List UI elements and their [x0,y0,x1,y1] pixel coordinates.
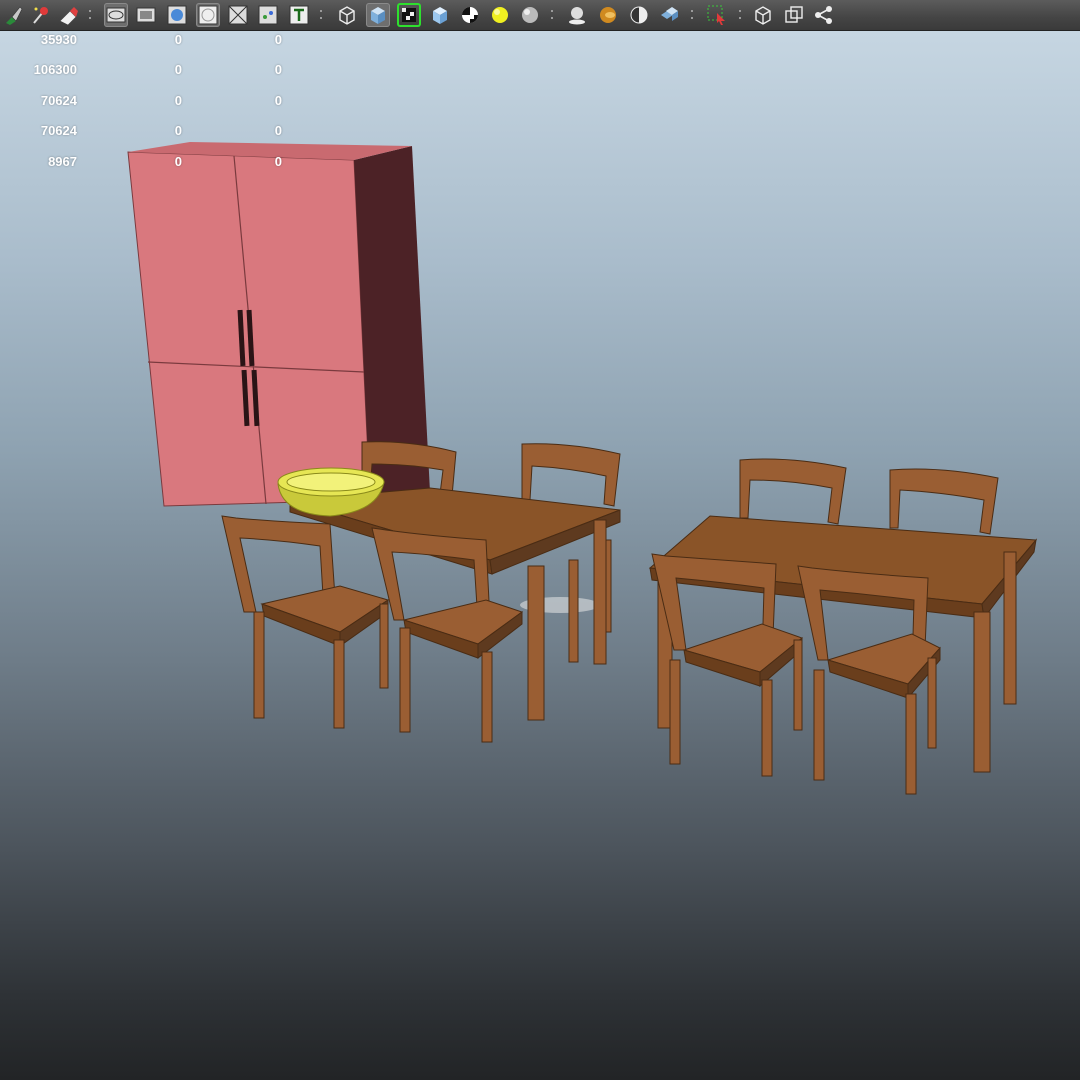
magic-wand-icon[interactable] [28,3,52,27]
wireframe-circle-icon[interactable] [196,3,220,27]
paint-tool-icon[interactable] [2,3,26,27]
eraser-icon[interactable] [56,3,80,27]
chair-model [221,515,524,743]
text-label-icon[interactable] [287,3,311,27]
hud-value: 106300 [33,62,77,77]
shaded-sphere-icon[interactable] [165,3,189,27]
uv-texture-icon[interactable] [256,3,280,27]
wireframe-on-shaded-icon[interactable] [397,3,421,27]
hud-value: 0 [274,62,282,77]
hud-value: 0 [274,123,282,138]
hud-value: 0 [174,123,182,138]
checker-texture-icon[interactable] [458,3,482,27]
toolbar-separator [550,6,554,24]
3d-viewport[interactable]: 35930 0 0 106300 0 0 70624 0 0 70624 0 0… [0,31,1080,1080]
all-lights-icon[interactable] [518,3,542,27]
x-ray-icon[interactable] [226,3,250,27]
scene-render [127,142,1038,795]
ambient-occlusion-icon[interactable] [596,3,620,27]
hud-value: 35930 [40,32,77,47]
hud-stats-row: 70624 0 0 [0,91,300,111]
textured-cube-icon[interactable] [428,3,452,27]
motion-blur-icon[interactable] [627,3,651,27]
share-icon[interactable] [812,3,836,27]
film-gate-icon[interactable] [134,3,158,27]
hud-stats-row: 106300 0 0 [0,60,300,80]
hud-value: 0 [274,154,282,169]
hud-value: 0 [274,93,282,108]
hud-stats-row: 8967 0 0 [0,152,300,172]
xray-joints-icon[interactable] [782,3,806,27]
toolbar-separator [738,6,742,24]
hud-value: 70624 [40,93,77,108]
hud-value: 8967 [48,154,77,169]
toolbar-separator [690,6,694,24]
dining-set-right[interactable] [648,458,1038,795]
hud-value: 0 [274,32,282,47]
hud-value: 0 [174,32,182,47]
smooth-shade-cube-icon[interactable] [366,3,390,27]
hud-stats-row: 70624 0 0 [0,121,300,141]
component-view-icon[interactable] [751,3,775,27]
default-light-icon[interactable] [488,3,512,27]
hud-value: 0 [174,93,182,108]
wireframe-cube-icon[interactable] [335,3,359,27]
multisample-icon[interactable] [657,3,681,27]
hud-value: 0 [174,62,182,77]
hud-value: 0 [174,154,182,169]
isolate-select-icon[interactable] [705,3,729,27]
shadow-icon[interactable] [565,3,589,27]
toolbar-separator [319,6,323,24]
toolbar-separator [88,6,92,24]
hud-stats-row: 35930 0 0 [0,31,300,50]
hud-value: 70624 [40,123,77,138]
camera-view-icon[interactable] [104,3,128,27]
viewport-toolbar [0,0,1080,31]
